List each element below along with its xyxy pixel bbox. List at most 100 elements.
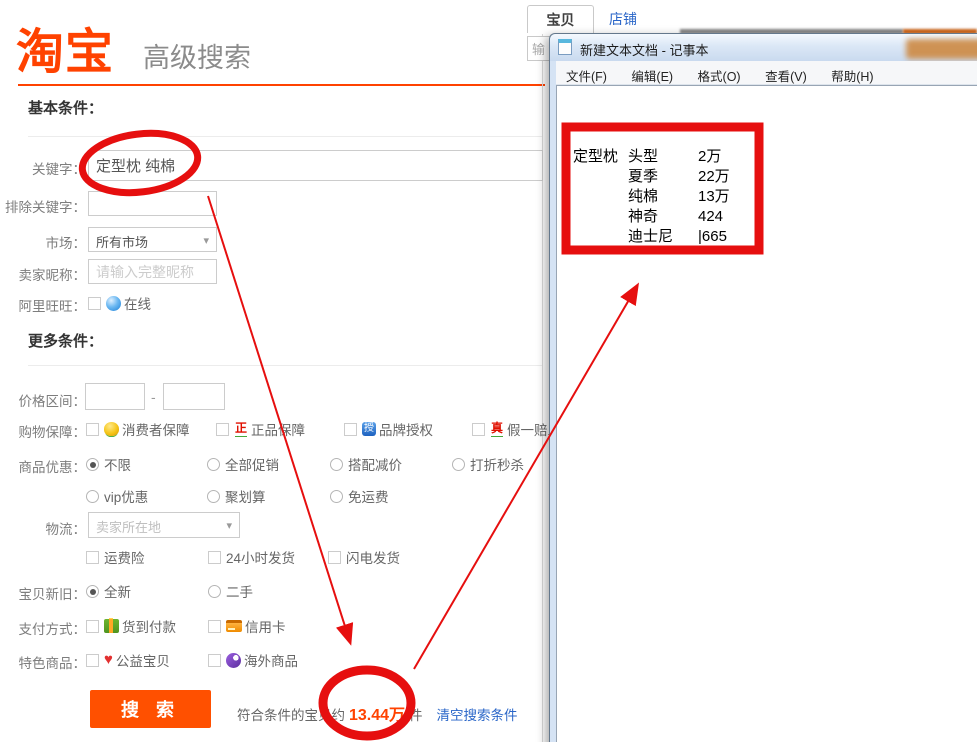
condition-new-option[interactable]: 全新	[86, 581, 131, 597]
protection-consumer-checkbox[interactable]	[86, 423, 99, 436]
notepad-line: 夏季22万	[573, 167, 730, 187]
taobao-logo: 淘宝	[16, 12, 114, 82]
wangwang-online-label: 在线	[124, 297, 151, 312]
np-c3: 424	[698, 207, 730, 227]
panel-border	[542, 34, 543, 742]
promo-free-shipping-option[interactable]: 免运费	[330, 486, 389, 502]
clear-search-link[interactable]: 清空搜索条件	[437, 708, 518, 723]
protection-authentic-label: 正品保障	[251, 423, 305, 438]
price-min-input[interactable]	[85, 383, 145, 410]
glass-orange-glow	[906, 39, 977, 59]
promo-unlimited-radio[interactable]	[86, 458, 99, 471]
promo-vip-option[interactable]: vip优惠	[86, 486, 148, 502]
seller-nickname-label: 卖家昵称：	[0, 264, 86, 284]
special-overseas-checkbox[interactable]	[208, 654, 221, 667]
tab-shop[interactable]: 店铺	[598, 5, 648, 33]
wangwang-online-checkbox[interactable]	[88, 297, 101, 310]
payment-label: 支付方式：	[0, 618, 86, 638]
result-prefix: 符合条件的宝贝约	[237, 708, 345, 723]
market-select-value: 所有市场	[96, 235, 148, 250]
charity-heart-icon	[104, 653, 113, 667]
np-c1	[573, 187, 628, 207]
protection-label: 购物保障：	[0, 421, 86, 441]
np-c2: 头型	[628, 147, 698, 167]
lightning-ship-label: 闪电发货	[346, 551, 400, 566]
special-overseas-label: 海外商品	[244, 654, 298, 669]
menu-edit[interactable]: 编辑(E)	[621, 61, 683, 85]
protection-authentic-checkbox[interactable]	[216, 423, 229, 436]
ship-24h-checkbox[interactable]	[208, 551, 221, 564]
consumer-protection-icon	[104, 422, 119, 436]
menu-format[interactable]: 格式(O)	[688, 61, 751, 85]
special-charity-option[interactable]: 公益宝贝	[86, 650, 170, 666]
special-label: 特色商品：	[0, 652, 86, 672]
promo-free-shipping-label: 免运费	[348, 490, 389, 505]
protection-consumer-label: 消费者保障	[122, 423, 190, 438]
wangwang-label: 阿里旺旺：	[0, 295, 86, 315]
search-button[interactable]: 搜 索	[90, 690, 211, 728]
protection-fake-checkbox[interactable]	[472, 423, 485, 436]
payment-credit-option[interactable]: 信用卡	[208, 616, 286, 632]
payment-cod-checkbox[interactable]	[86, 620, 99, 633]
promo-all-sales-option[interactable]: 全部促销	[207, 454, 279, 470]
np-c2: 夏季	[628, 167, 698, 187]
menu-help[interactable]: 帮助(H)	[821, 61, 883, 85]
special-overseas-option[interactable]: 海外商品	[208, 650, 298, 666]
header-divider	[18, 84, 545, 86]
condition-used-option[interactable]: 二手	[208, 581, 253, 597]
price-max-input[interactable]	[163, 383, 225, 410]
payment-cod-label: 货到付款	[122, 620, 176, 635]
lightning-ship-checkbox[interactable]	[328, 551, 341, 564]
basic-section-title: 基本条件：	[28, 97, 103, 118]
special-charity-checkbox[interactable]	[86, 654, 99, 667]
promo-flash-option[interactable]: 打折秒杀	[452, 454, 524, 470]
freight-insurance-option[interactable]: 运费险	[86, 547, 145, 563]
promo-vip-radio[interactable]	[86, 490, 99, 503]
menu-file[interactable]: 文件(F)	[556, 61, 617, 85]
promo-juhuasuan-radio[interactable]	[207, 490, 220, 503]
promo-juhuasuan-option[interactable]: 聚划算	[207, 486, 266, 502]
payment-credit-checkbox[interactable]	[208, 620, 221, 633]
promo-bundle-option[interactable]: 搭配减价	[330, 454, 402, 470]
protection-brand-option[interactable]: 品牌授权	[344, 419, 433, 435]
logistics-select[interactable]: 卖家所在地 ▾	[88, 512, 240, 538]
np-c1	[573, 227, 628, 247]
menu-view[interactable]: 查看(V)	[755, 61, 817, 85]
market-select[interactable]: 所有市场 ▾	[88, 227, 217, 252]
notepad-line: 迪士尼|665	[573, 227, 730, 247]
screenshot-root: 淘宝 高级搜索 宝贝 店铺 基本条件： 关键字： 排除关键字： 市场： 所有市场…	[0, 0, 977, 742]
price-range-label: 价格区间：	[0, 390, 86, 410]
promo-flash-radio[interactable]	[452, 458, 465, 471]
np-c3: 2万	[698, 147, 730, 167]
ship-24h-option[interactable]: 24小时发货	[208, 547, 295, 563]
condition-new-radio[interactable]	[86, 585, 99, 598]
wangwang-online-option[interactable]: 在线	[88, 293, 151, 309]
protection-brand-checkbox[interactable]	[344, 423, 357, 436]
notepad-window: 新建文本文档 - 记事本 文件(F) 编辑(E) 格式(O) 查看(V) 帮助(…	[549, 33, 977, 742]
notepad-titlebar[interactable]: 新建文本文档 - 记事本	[550, 34, 977, 61]
exclude-keyword-input[interactable]	[88, 191, 217, 216]
promo-bundle-label: 搭配减价	[348, 458, 402, 473]
cod-gift-icon	[104, 619, 119, 633]
condition-used-radio[interactable]	[208, 585, 221, 598]
protection-fake-option[interactable]: 假一赔三	[472, 419, 561, 435]
keyword-input[interactable]	[88, 150, 543, 181]
protection-consumer-option[interactable]: 消费者保障	[86, 419, 190, 435]
freight-insurance-checkbox[interactable]	[86, 551, 99, 564]
notepad-menubar: 文件(F) 编辑(E) 格式(O) 查看(V) 帮助(H)	[556, 61, 977, 85]
lightning-ship-option[interactable]: 闪电发货	[328, 547, 400, 563]
np-c1: 定型枕	[573, 147, 628, 167]
promo-all-sales-radio[interactable]	[207, 458, 220, 471]
promo-unlimited-option[interactable]: 不限	[86, 454, 131, 470]
np-c3: |665	[698, 227, 730, 247]
seller-nickname-input[interactable]	[88, 259, 217, 284]
payment-cod-option[interactable]: 货到付款	[86, 616, 176, 632]
promo-bundle-radio[interactable]	[330, 458, 343, 471]
logistics-label: 物流：	[0, 518, 86, 538]
protection-authentic-option[interactable]: 正品保障	[216, 419, 305, 435]
chevron-down-icon: ▾	[226, 519, 232, 532]
np-c2: 神奇	[628, 207, 698, 227]
promo-free-shipping-radio[interactable]	[330, 490, 343, 503]
tab-item[interactable]: 宝贝	[527, 5, 594, 33]
authentic-zheng-icon	[234, 422, 248, 436]
